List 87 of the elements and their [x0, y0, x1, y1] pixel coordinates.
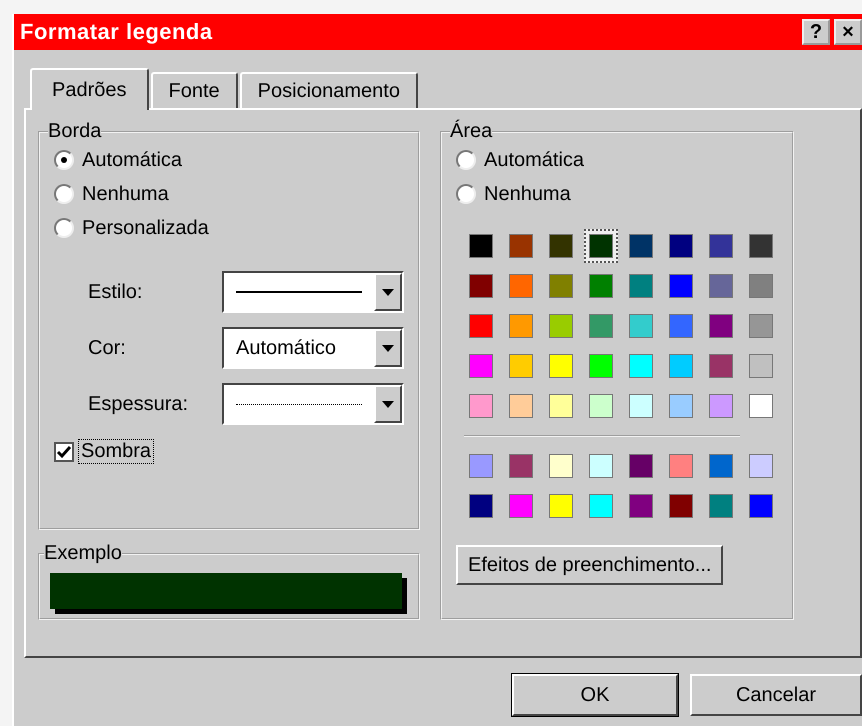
radio-button[interactable] — [54, 184, 74, 204]
color-swatch[interactable] — [629, 314, 653, 338]
color-swatch[interactable] — [629, 234, 653, 258]
group-title: Borda — [48, 120, 102, 143]
color-swatch[interactable] — [669, 314, 693, 338]
color-swatch[interactable] — [549, 454, 573, 478]
color-swatch[interactable] — [589, 494, 613, 518]
color-swatch[interactable] — [589, 234, 613, 258]
color-swatch[interactable] — [669, 494, 693, 518]
color-swatch[interactable] — [509, 274, 533, 298]
color-swatch[interactable] — [469, 314, 493, 338]
radio-label: Nenhuma — [82, 182, 169, 206]
color-swatch[interactable] — [589, 314, 613, 338]
color-swatch[interactable] — [709, 454, 733, 478]
cancel-button[interactable]: Cancelar — [690, 674, 862, 716]
color-swatch[interactable] — [469, 234, 493, 258]
color-swatch[interactable] — [709, 354, 733, 378]
radio-label: Automática — [82, 148, 182, 172]
color-swatch[interactable] — [709, 234, 733, 258]
radio-button[interactable] — [54, 218, 74, 238]
fill-effects-button[interactable]: Efeitos de preenchimento... — [456, 545, 724, 585]
color-swatch[interactable] — [749, 274, 773, 298]
color-swatch[interactable] — [509, 354, 533, 378]
color-swatch[interactable] — [549, 314, 573, 338]
ok-button[interactable]: OK — [512, 674, 678, 716]
color-swatch[interactable] — [709, 314, 733, 338]
color-swatch[interactable] — [469, 494, 493, 518]
radio-button[interactable] — [54, 150, 74, 170]
color-swatch[interactable] — [469, 274, 493, 298]
help-button[interactable]: ? — [802, 19, 830, 45]
color-swatch[interactable] — [629, 274, 653, 298]
dropdown-field[interactable] — [222, 271, 404, 313]
dropdown-field[interactable] — [222, 383, 404, 425]
radio-label: Nenhuma — [484, 182, 571, 206]
color-swatch[interactable] — [749, 354, 773, 378]
color-swatch[interactable] — [669, 394, 693, 418]
tab[interactable]: Padrões — [30, 68, 148, 110]
color-swatch[interactable] — [629, 354, 653, 378]
color-swatch[interactable] — [469, 354, 493, 378]
color-swatch[interactable] — [509, 454, 533, 478]
group-title: Exemplo — [44, 542, 122, 565]
color-swatch[interactable] — [589, 394, 613, 418]
radio-label: Personalizada — [82, 216, 209, 240]
color-swatch[interactable] — [749, 454, 773, 478]
close-button[interactable]: × — [834, 19, 862, 45]
color-swatch[interactable] — [669, 354, 693, 378]
tab[interactable]: Fonte — [150, 72, 238, 108]
field-label: Estilo: — [88, 280, 142, 304]
color-swatch[interactable] — [629, 454, 653, 478]
color-swatch[interactable] — [749, 314, 773, 338]
color-swatch[interactable] — [709, 274, 733, 298]
color-swatch[interactable] — [589, 354, 613, 378]
checkbox[interactable] — [54, 442, 74, 462]
radio-label: Automática — [484, 148, 584, 172]
color-swatch[interactable] — [669, 454, 693, 478]
color-swatch[interactable] — [549, 494, 573, 518]
color-swatch[interactable] — [549, 354, 573, 378]
radio-button[interactable] — [456, 184, 476, 204]
dropdown-field[interactable]: Automático — [222, 327, 404, 369]
color-swatch[interactable] — [709, 494, 733, 518]
line-sample-icon — [236, 291, 362, 293]
group-title: Área — [450, 120, 492, 143]
color-swatch[interactable] — [509, 394, 533, 418]
radio-button[interactable] — [456, 150, 476, 170]
color-swatch[interactable] — [669, 234, 693, 258]
color-swatch[interactable] — [629, 494, 653, 518]
color-swatch[interactable] — [749, 494, 773, 518]
color-swatch[interactable] — [589, 454, 613, 478]
color-swatch[interactable] — [709, 394, 733, 418]
window-title: Formatar legenda — [20, 19, 213, 45]
color-swatch[interactable] — [509, 494, 533, 518]
color-swatch[interactable] — [469, 394, 493, 418]
color-swatch[interactable] — [509, 234, 533, 258]
color-swatch[interactable] — [509, 314, 533, 338]
color-swatch[interactable] — [749, 234, 773, 258]
color-swatch[interactable] — [629, 394, 653, 418]
field-label: Cor: — [88, 336, 126, 360]
color-swatch[interactable] — [469, 454, 493, 478]
color-swatch[interactable] — [589, 274, 613, 298]
color-swatch[interactable] — [549, 394, 573, 418]
color-swatch[interactable] — [549, 274, 573, 298]
checkbox-label: Sombra — [78, 439, 154, 464]
tab[interactable]: Posicionamento — [240, 72, 418, 108]
color-swatch[interactable] — [749, 394, 773, 418]
field-label: Espessura: — [88, 392, 188, 416]
color-swatch[interactable] — [549, 234, 573, 258]
color-swatch[interactable] — [669, 274, 693, 298]
